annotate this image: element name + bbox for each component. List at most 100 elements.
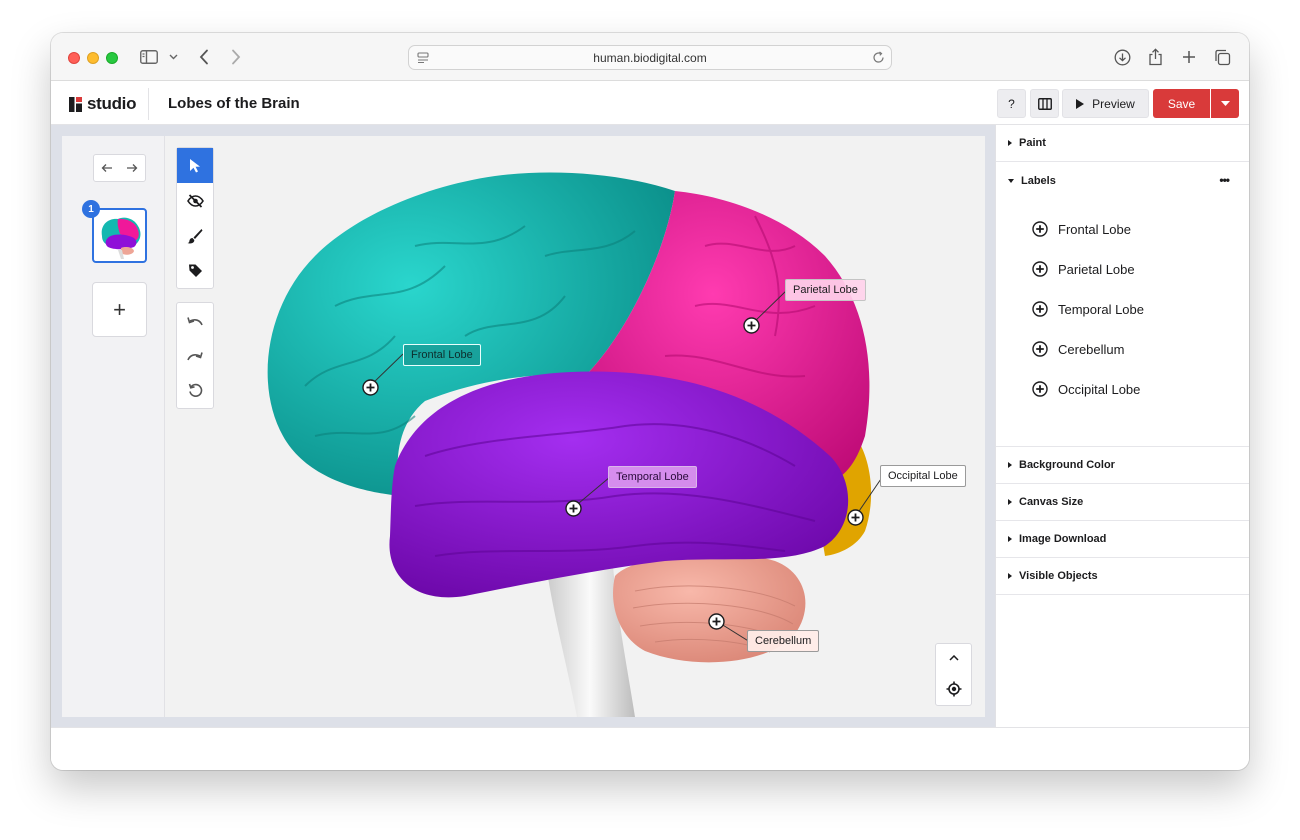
undo-view-arrow-icon[interactable] [101,163,113,173]
collapse-triangle-icon [1008,178,1014,183]
paint-section-title: Paint [1019,137,1046,149]
temporal-lobe-label[interactable]: Temporal Lobe [608,466,697,488]
app-header: studio Lobes of the Brain ? Preview Save [51,82,1249,125]
reload-icon[interactable] [872,51,885,64]
chevron-down-icon[interactable] [163,45,183,69]
slide-number-badge: 1 [82,200,100,218]
address-bar[interactable]: human.biodigital.com [408,45,892,70]
recenter-button[interactable] [936,672,971,705]
sidebar-toggle-icon[interactable] [137,45,161,69]
studio-logo[interactable]: studio [69,94,137,114]
expand-camera-button[interactable] [936,644,971,672]
add-slide-label: + [113,296,126,322]
logo-text: studio [87,94,137,113]
cursor-icon [190,159,200,173]
layout-toggle-button[interactable] [1030,89,1059,118]
slide-thumbnail[interactable] [92,208,147,263]
document-title[interactable]: Lobes of the Brain [168,95,300,112]
brain-model[interactable] [165,136,985,717]
expand-triangle-icon [1008,573,1012,579]
close-window-button[interactable] [68,52,80,64]
occipital-lobe-pin-icon[interactable] [847,509,864,526]
undo-icon [187,316,203,325]
frontal-lobe-pin-icon[interactable] [362,379,379,396]
labels-list: Frontal Lobe Parietal Lobe Temporal Lobe… [996,199,1249,447]
label-list-item[interactable]: Temporal Lobe [996,289,1249,329]
help-label: ? [1008,96,1015,111]
reset-button[interactable] [177,373,213,408]
paint-tool-button[interactable] [177,218,213,253]
cerebellum-label[interactable]: Cerebellum [747,630,820,652]
properties-panel: Paint Labels ••• Frontal Lobe Parietal Lo… [995,125,1249,727]
background-color-section-title: Background Color [1019,459,1115,471]
paintbrush-icon [187,228,203,243]
undo-button[interactable] [177,303,213,338]
paint-section-header[interactable]: Paint [996,125,1249,162]
image-download-section-title: Image Download [1019,533,1107,545]
parietal-lobe-pin-icon[interactable] [743,317,760,334]
label-item-text: Temporal Lobe [1058,301,1144,317]
redo-button[interactable] [177,338,213,373]
canvas-size-section-header[interactable]: Canvas Size [996,484,1249,521]
parietal-lobe-label[interactable]: Parietal Lobe [785,279,866,301]
new-tab-icon[interactable] [1177,45,1201,69]
more-options-icon[interactable]: ••• [1219,173,1230,187]
forward-icon[interactable] [224,45,248,69]
tag-icon [188,264,202,277]
zoom-window-button[interactable] [106,52,118,64]
expand-triangle-icon [1008,140,1012,146]
frontal-lobe-label[interactable]: Frontal Lobe [403,344,481,366]
minimize-window-button[interactable] [87,52,99,64]
temporal-lobe-pin-icon[interactable] [565,500,582,517]
chevron-up-icon [948,655,959,661]
plus-circle-icon [1032,221,1048,237]
background-color-section-header[interactable]: Background Color [996,447,1249,484]
model-canvas[interactable]: Frontal Lobe Parietal Lobe Temporal Lobe… [165,136,985,717]
studio-logo-icon [69,96,82,112]
tool-palette [176,147,214,289]
brain-thumbnail-icon [101,217,141,259]
bottom-bar [51,727,1249,770]
plus-circle-icon [1032,261,1048,277]
labels-section-header[interactable]: Labels ••• [996,162,1249,199]
share-icon[interactable] [1143,45,1167,69]
label-item-text: Occipital Lobe [1058,381,1141,397]
redo-view-arrow-icon[interactable] [126,163,138,173]
plus-circle-icon [1032,301,1048,317]
save-button[interactable]: Save [1153,89,1210,118]
visible-objects-section-header[interactable]: Visible Objects [996,558,1249,595]
label-list-item[interactable]: Occipital Lobe [996,369,1249,409]
label-tool-button[interactable] [177,253,213,288]
select-tool-button[interactable] [177,148,213,183]
browser-toolbar: human.biodigital.com [51,33,1249,81]
save-options-button[interactable] [1211,89,1239,118]
plus-circle-icon [1032,341,1048,357]
save-label: Save [1167,96,1196,111]
eye-off-icon [186,193,204,208]
label-item-text: Frontal Lobe [1058,221,1131,237]
image-download-section-header[interactable]: Image Download [996,521,1249,558]
back-icon[interactable] [192,45,216,69]
expand-triangle-icon [1008,462,1012,468]
redo-icon [187,351,203,360]
cerebellum-pin-icon[interactable] [708,613,725,630]
crosshair-icon [946,681,961,696]
url-text: human.biodigital.com [593,51,707,65]
add-slide-button[interactable]: + [92,282,147,337]
preview-button[interactable]: Preview [1062,89,1149,118]
label-list-item[interactable]: Parietal Lobe [996,249,1249,289]
play-icon [1076,98,1085,109]
occipital-lobe-label[interactable]: Occipital Lobe [880,465,966,487]
label-list-item[interactable]: Cerebellum [996,329,1249,369]
label-list-item[interactable]: Frontal Lobe [996,209,1249,249]
header-divider [148,88,149,120]
hide-tool-button[interactable] [177,183,213,218]
downloads-icon[interactable] [1110,45,1134,69]
camera-controls [935,643,972,706]
slide-nav [93,154,146,182]
workspace: 1 + Frontal Lobe Parietal Lobe Temporal … [51,125,995,727]
help-button[interactable]: ? [997,89,1026,118]
tab-overview-icon[interactable] [1210,45,1234,69]
label-item-text: Cerebellum [1058,341,1125,357]
label-item-text: Parietal Lobe [1058,261,1135,277]
